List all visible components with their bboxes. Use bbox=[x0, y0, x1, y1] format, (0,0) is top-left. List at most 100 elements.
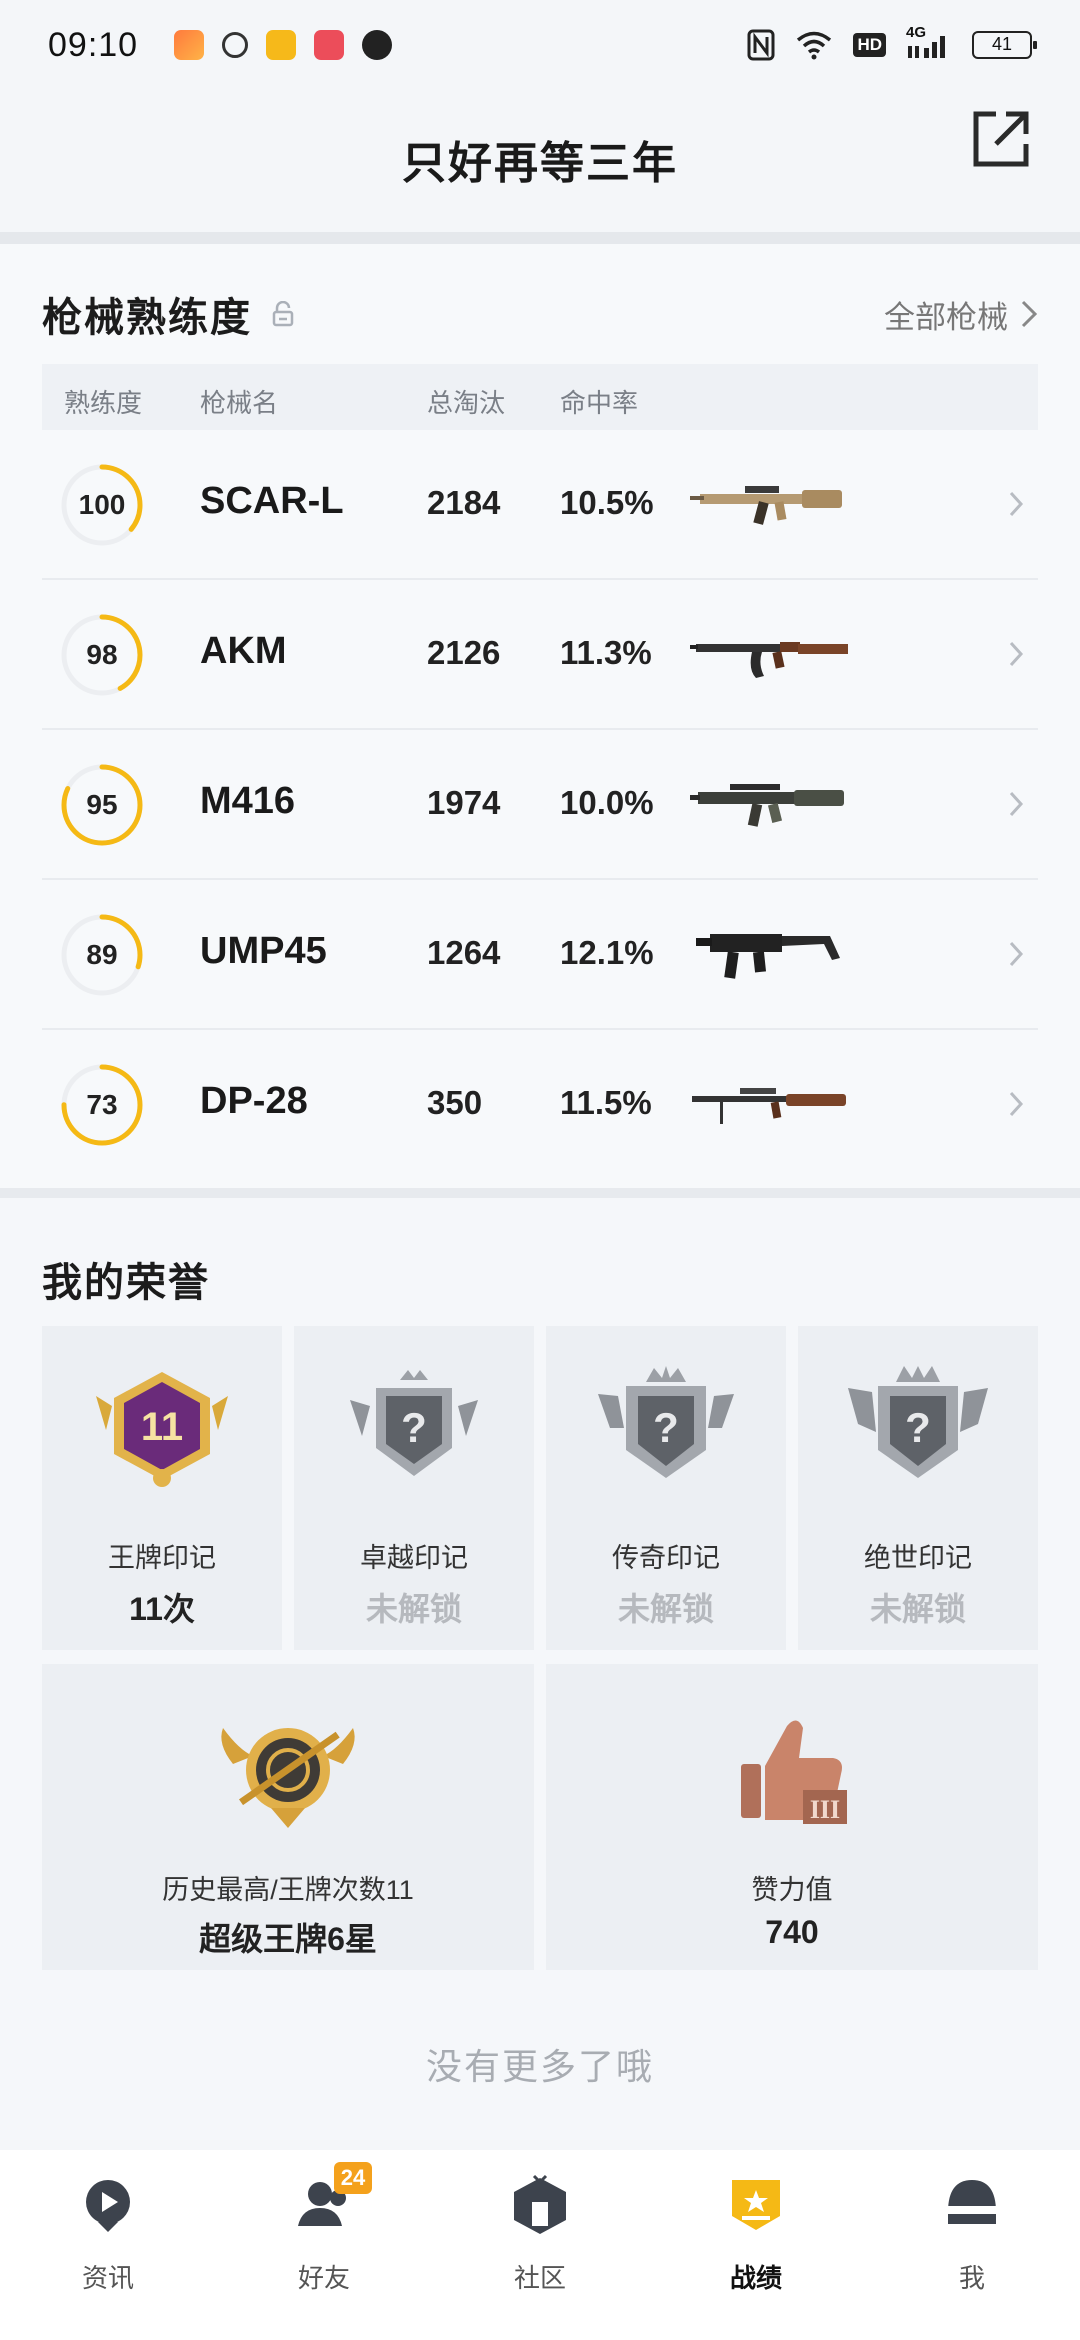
weapon-name: DP-28 bbox=[200, 1080, 308, 1122]
weapon-hit-rate: 10.5% bbox=[560, 484, 654, 521]
badge-count: 未解锁 bbox=[869, 1591, 966, 1627]
badge-name: 绝世印记 bbox=[864, 1543, 972, 1573]
chevron-right-icon bbox=[1009, 491, 1024, 517]
proficiency-value: 98 bbox=[86, 639, 118, 670]
weapon-section-title: 枪械熟练度 bbox=[42, 296, 252, 340]
weapon-row[interactable]: 98 AKM 2126 11.3% bbox=[42, 580, 1038, 730]
ace-badge-icon: 11 bbox=[96, 1372, 228, 1487]
ump45-smg-image bbox=[696, 934, 840, 979]
badge-card-legend[interactable]: ? 传奇印记 未解锁 bbox=[546, 1326, 786, 1650]
weapon-kills: 1974 bbox=[427, 784, 501, 821]
lock-icon[interactable] bbox=[270, 301, 296, 327]
nav-label: 战绩 bbox=[729, 2263, 782, 2293]
col-proficiency: 熟练度 bbox=[64, 388, 143, 418]
locked-badge-icon: ? bbox=[350, 1370, 478, 1476]
page-title: 只好再等三年 bbox=[402, 139, 678, 188]
section-divider bbox=[0, 232, 1080, 244]
video-notification-icon bbox=[314, 30, 345, 60]
svg-text:III: III bbox=[810, 1795, 840, 1824]
nav-item-records[interactable]: 战绩 bbox=[648, 2150, 864, 2340]
badge-count: 11次 bbox=[129, 1591, 195, 1627]
nav-item-friends[interactable]: 24 好友 bbox=[216, 2150, 432, 2340]
badge-name: 卓越印记 bbox=[360, 1543, 468, 1573]
weapon-hit-rate: 11.5% bbox=[560, 1084, 652, 1121]
svg-text:?: ? bbox=[905, 1404, 931, 1451]
proficiency-value: 95 bbox=[86, 789, 118, 820]
nav-label: 资讯 bbox=[81, 2263, 134, 2293]
friends-badge: 24 bbox=[334, 2162, 372, 2194]
records-icon bbox=[732, 2180, 780, 2230]
page-header: 只好再等三年 bbox=[0, 90, 1080, 228]
honor-section: 我的荣誉 11 王牌印记 11次 ? 卓越印记 未解锁 ? 传奇印记 未解锁 ?… bbox=[0, 1198, 1080, 2140]
highest-tier-card[interactable]: 历史最高/王牌次数11 超级王牌6星 bbox=[42, 1664, 534, 1970]
hd-icon: HD bbox=[853, 33, 886, 57]
chevron-right-icon bbox=[1009, 641, 1024, 667]
share-icon[interactable] bbox=[966, 104, 1036, 174]
scar-l-rifle-image bbox=[690, 486, 842, 525]
nav-item-me[interactable]: 我 bbox=[864, 2150, 1080, 2340]
status-time: 09:10 bbox=[48, 25, 139, 64]
chevron-right-icon bbox=[1021, 300, 1038, 328]
all-weapons-label: 全部枪械 bbox=[884, 299, 1008, 335]
weapon-name: M416 bbox=[200, 780, 296, 822]
col-total-kills: 总淘汰 bbox=[427, 388, 506, 418]
alipay-notification-icon bbox=[222, 32, 249, 58]
shield-notification-icon bbox=[362, 30, 393, 60]
weapon-section-header: 枪械熟练度 全部枪械 bbox=[42, 284, 1038, 344]
proficiency-value: 73 bbox=[86, 1089, 118, 1120]
end-of-list-text: 没有更多了哦 bbox=[425, 2046, 654, 2087]
ace-badge-level: 11 bbox=[141, 1405, 183, 1449]
likes-label: 赞力值 bbox=[751, 1875, 833, 1905]
super-ace-emblem-icon bbox=[221, 1728, 355, 1828]
weapon-row[interactable]: 100 SCAR-L 2184 10.5% bbox=[42, 430, 1038, 580]
weapon-proficiency-section: 枪械熟练度 全部枪械 熟练度 枪械名 总淘汰 命中率 100 SCAR-L 21… bbox=[0, 244, 1080, 1194]
likes-card[interactable]: III 赞力值 740 bbox=[546, 1664, 1038, 1970]
badge-card-excellent[interactable]: ? 卓越印记 未解锁 bbox=[294, 1326, 534, 1650]
proficiency-value: 89 bbox=[86, 939, 118, 970]
weapon-kills: 2126 bbox=[427, 634, 501, 671]
weapon-row[interactable]: 89 UMP45 1264 12.1% bbox=[42, 880, 1038, 1030]
weapon-name: UMP45 bbox=[200, 930, 327, 972]
weapon-name: AKM bbox=[200, 630, 287, 672]
badge-name: 王牌印记 bbox=[108, 1543, 216, 1573]
svg-text:?: ? bbox=[401, 1404, 427, 1451]
weapon-name: SCAR-L bbox=[200, 480, 344, 522]
chevron-right-icon bbox=[1009, 941, 1024, 967]
status-bar: 09:10 HD 4G 41 bbox=[0, 0, 1080, 90]
weapon-kills: 1264 bbox=[427, 934, 501, 971]
badge-count: 未解锁 bbox=[365, 1591, 462, 1627]
nav-label: 我 bbox=[958, 2263, 985, 2293]
weapon-row[interactable]: 73 DP-28 350 11.5% bbox=[42, 1030, 1038, 1180]
honor-section-title: 我的荣誉 bbox=[42, 1261, 210, 1305]
locked-badge-icon: ? bbox=[848, 1366, 988, 1478]
badge-card-peerless[interactable]: ? 绝世印记 未解锁 bbox=[798, 1326, 1038, 1650]
highest-tier-value: 超级王牌6星 bbox=[199, 1921, 377, 1957]
weapon-hit-rate: 10.0% bbox=[560, 784, 654, 821]
app-notification-icon bbox=[174, 30, 205, 60]
weapon-hit-rate: 12.1% bbox=[560, 934, 654, 971]
col-weapon-name: 枪械名 bbox=[200, 388, 279, 418]
svg-text:?: ? bbox=[653, 1404, 679, 1451]
weapon-row[interactable]: 95 M416 1974 10.0% bbox=[42, 730, 1038, 880]
weapon-kills: 350 bbox=[427, 1084, 483, 1121]
thumbs-up-icon: III bbox=[741, 1720, 847, 1824]
status-indicators: HD 4G 41 bbox=[747, 24, 1037, 61]
likes-value: 740 bbox=[765, 1914, 819, 1950]
weapon-hit-rate: 11.3% bbox=[560, 634, 652, 671]
highest-tier-label: 历史最高/王牌次数11 bbox=[162, 1875, 414, 1905]
badge-card-ace[interactable]: 11 王牌印记 11次 bbox=[42, 1326, 282, 1650]
proficiency-value: 100 bbox=[78, 489, 126, 520]
wifi-icon bbox=[797, 31, 832, 60]
all-weapons-link[interactable]: 全部枪械 bbox=[884, 292, 1038, 337]
nav-item-news[interactable]: 资讯 bbox=[0, 2150, 216, 2340]
col-hit-rate: 命中率 bbox=[560, 388, 639, 418]
chevron-right-icon bbox=[1009, 791, 1024, 817]
locked-badge-icon: ? bbox=[598, 1366, 734, 1478]
chevron-right-icon bbox=[1009, 1091, 1024, 1117]
bottom-nav: 资讯 24 好友 社区 战绩 我 bbox=[0, 2150, 1080, 2340]
m416-rifle-image bbox=[690, 784, 844, 827]
nav-item-community[interactable]: 社区 bbox=[432, 2150, 648, 2340]
section-divider bbox=[0, 1188, 1080, 1198]
battery-indicator: 41 bbox=[972, 31, 1037, 59]
akm-rifle-image bbox=[690, 642, 848, 678]
